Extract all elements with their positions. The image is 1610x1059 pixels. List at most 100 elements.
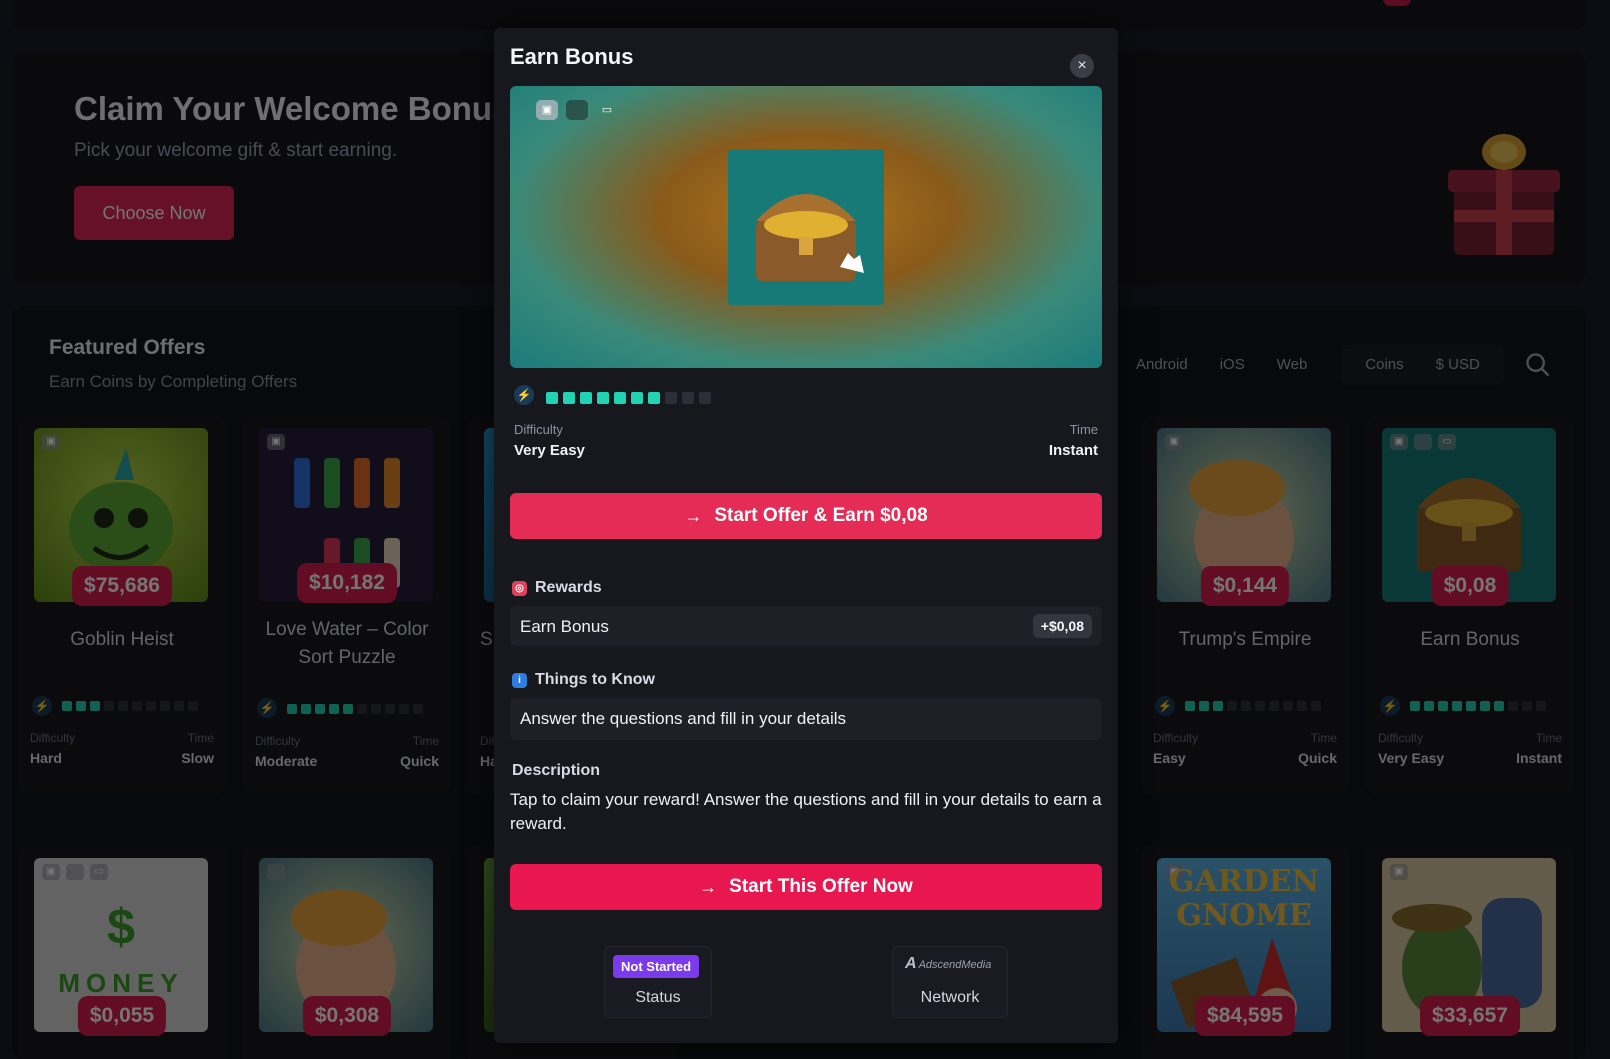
filter-ios[interactable]: iOS <box>1204 345 1261 385</box>
status-label: Status <box>635 989 681 1006</box>
reward-name: Earn Bonus <box>520 617 609 636</box>
things-to-know-heading: i Things to Know <box>512 671 655 689</box>
level-segment <box>357 704 367 714</box>
level-segment <box>315 704 325 714</box>
difficulty-label: Difficulty <box>514 422 563 437</box>
offer-hero-image: ▣ ▭ <box>510 86 1102 368</box>
description-title: Description <box>512 762 601 779</box>
filter-web[interactable]: Web <box>1261 345 1324 385</box>
offer-card-trumps-empire[interactable]: ▣ $0,144 Trump's Empire ⚡ Difficulty Eas… <box>1141 416 1349 794</box>
difficulty-label: Difficulty <box>30 731 76 745</box>
platform-icons: ▣ <box>42 434 60 450</box>
offer-card-garden-gnome[interactable]: ▣ GARDEN GNOME $84,595 <box>1141 846 1349 1059</box>
page: Claim Your Welcome Bonus Pick your welco… <box>0 0 1610 1059</box>
search-icon[interactable] <box>1524 351 1552 379</box>
start-offer-earn-button[interactable]: → Start Offer & Earn $0,08 <box>510 493 1102 539</box>
level-segment <box>1297 701 1307 711</box>
rewards-heading: ◎ Rewards <box>512 579 602 597</box>
arrow-right-icon: → <box>684 505 703 526</box>
platform-icons: ▣ <box>267 434 285 450</box>
top-bar <box>12 0 1586 30</box>
desktop-icon: ▭ <box>90 864 108 880</box>
level-segment <box>118 701 128 711</box>
adscendmedia-logo: A AdscendMedia <box>905 955 992 972</box>
level-segment <box>1199 701 1209 711</box>
level-segment <box>631 392 643 404</box>
level-segment <box>146 701 156 711</box>
things-title: Things to Know <box>535 671 655 688</box>
level-segment <box>1283 701 1293 711</box>
platform-icons: ▣ <box>1390 864 1408 880</box>
difficulty-value: Easy <box>1153 750 1186 766</box>
difficulty-value: Very Easy <box>1378 750 1445 766</box>
desktop-icon: ▭ <box>1438 434 1456 450</box>
bolt-icon: ⚡ <box>1155 696 1175 716</box>
gift-icon <box>1448 134 1560 255</box>
level-segment <box>648 392 660 404</box>
level-segment <box>329 704 339 714</box>
offer-card-love-water[interactable]: ▣ $10,182 Love Water – Color Sort Puzzle… <box>243 416 451 794</box>
level-segment <box>76 701 86 711</box>
offer-price: $75,686 <box>72 566 172 606</box>
offer-price: $33,657 <box>1420 996 1520 1036</box>
reward-row: Earn Bonus +$0,08 <box>510 606 1102 646</box>
offer-card-trump-2[interactable]: $0,308 <box>243 846 451 1059</box>
currency-usd[interactable]: $ USD <box>1420 345 1496 385</box>
difficulty-level-bar <box>546 392 711 404</box>
time-label: Time <box>1310 731 1337 745</box>
offer-card-money[interactable]: ▣ ▭ $ MONEY $0,055 <box>18 846 226 1059</box>
status-badge: Not Started <box>613 955 700 978</box>
choose-now-button[interactable]: Choose Now <box>74 186 234 240</box>
reward-amount-badge: +$0,08 <box>1032 614 1092 638</box>
level-segment <box>597 392 609 404</box>
top-bar-badge[interactable] <box>1383 0 1411 6</box>
filter-android[interactable]: Android <box>1120 345 1204 385</box>
money-image-text: MONEY <box>58 968 184 998</box>
level-segment <box>1227 701 1237 711</box>
offer-card-earn-bonus[interactable]: ▣ ▭ $0,08 Earn Bonus ⚡ Difficulty Very Ea… <box>1366 416 1574 794</box>
platform-icons <box>267 864 285 880</box>
start-this-offer-button[interactable]: → Start This Offer Now <box>510 864 1102 910</box>
treasure-chest-illustration <box>728 149 884 305</box>
offer-card-pinata[interactable]: ▣ $33,657 <box>1366 846 1574 1059</box>
time-value: Quick <box>1298 750 1337 766</box>
android-icon: ▣ <box>42 434 60 450</box>
level-segment <box>1185 701 1195 711</box>
things-text: Answer the questions and fill in your de… <box>520 709 847 728</box>
time-label: Time <box>1535 731 1562 745</box>
level-segment <box>1494 701 1504 711</box>
difficulty-label: Dif <box>480 734 495 748</box>
offer-price: $0,055 <box>77 996 167 1036</box>
level-segment <box>160 701 170 711</box>
offer-price: $10,182 <box>297 563 397 603</box>
offer-title: Love Water – Color Sort Puzzle <box>265 619 429 668</box>
level-segment <box>1311 701 1321 711</box>
currency-coins[interactable]: Coins <box>1349 345 1419 385</box>
level-segment <box>682 392 694 404</box>
offer-card-goblin-heist[interactable]: ▣ $75,686 Goblin Heist ⚡ Difficulty Hard… <box>18 416 226 794</box>
level-segment <box>1241 701 1251 711</box>
level-segment <box>665 392 677 404</box>
welcome-title: Claim Your Welcome Bonus <box>74 90 511 127</box>
close-icon[interactable]: × <box>1070 54 1094 78</box>
time-label: Time <box>1069 422 1098 437</box>
level-segment <box>104 701 114 711</box>
status-tile: Not Started Status <box>604 946 712 1018</box>
offer-price: $0,144 <box>1200 566 1290 606</box>
network-logo-text: AdscendMedia <box>918 959 992 971</box>
platform-icons: ▣ ▭ <box>42 864 108 880</box>
level-segment <box>174 701 184 711</box>
earn-bonus-modal: Earn Bonus × ▣ ▭ ⚡ Difficulty Very Easy … <box>494 28 1118 1043</box>
platform-icons: ▣ ▭ <box>1390 434 1456 450</box>
level-segment <box>1508 701 1518 711</box>
platform-icons: ▣ ▭ <box>536 100 618 120</box>
target-icon: ◎ <box>512 580 527 596</box>
difficulty-label: Difficulty <box>1378 731 1424 745</box>
apple-icon <box>1414 434 1432 450</box>
welcome-subtitle: Pick your welcome gift & start earning. <box>74 140 398 161</box>
level-segment <box>413 704 423 714</box>
android-icon: ▣ <box>1165 434 1183 450</box>
difficulty-label: Difficulty <box>255 734 301 748</box>
level-segment <box>1438 701 1448 711</box>
level-segment <box>1522 701 1532 711</box>
